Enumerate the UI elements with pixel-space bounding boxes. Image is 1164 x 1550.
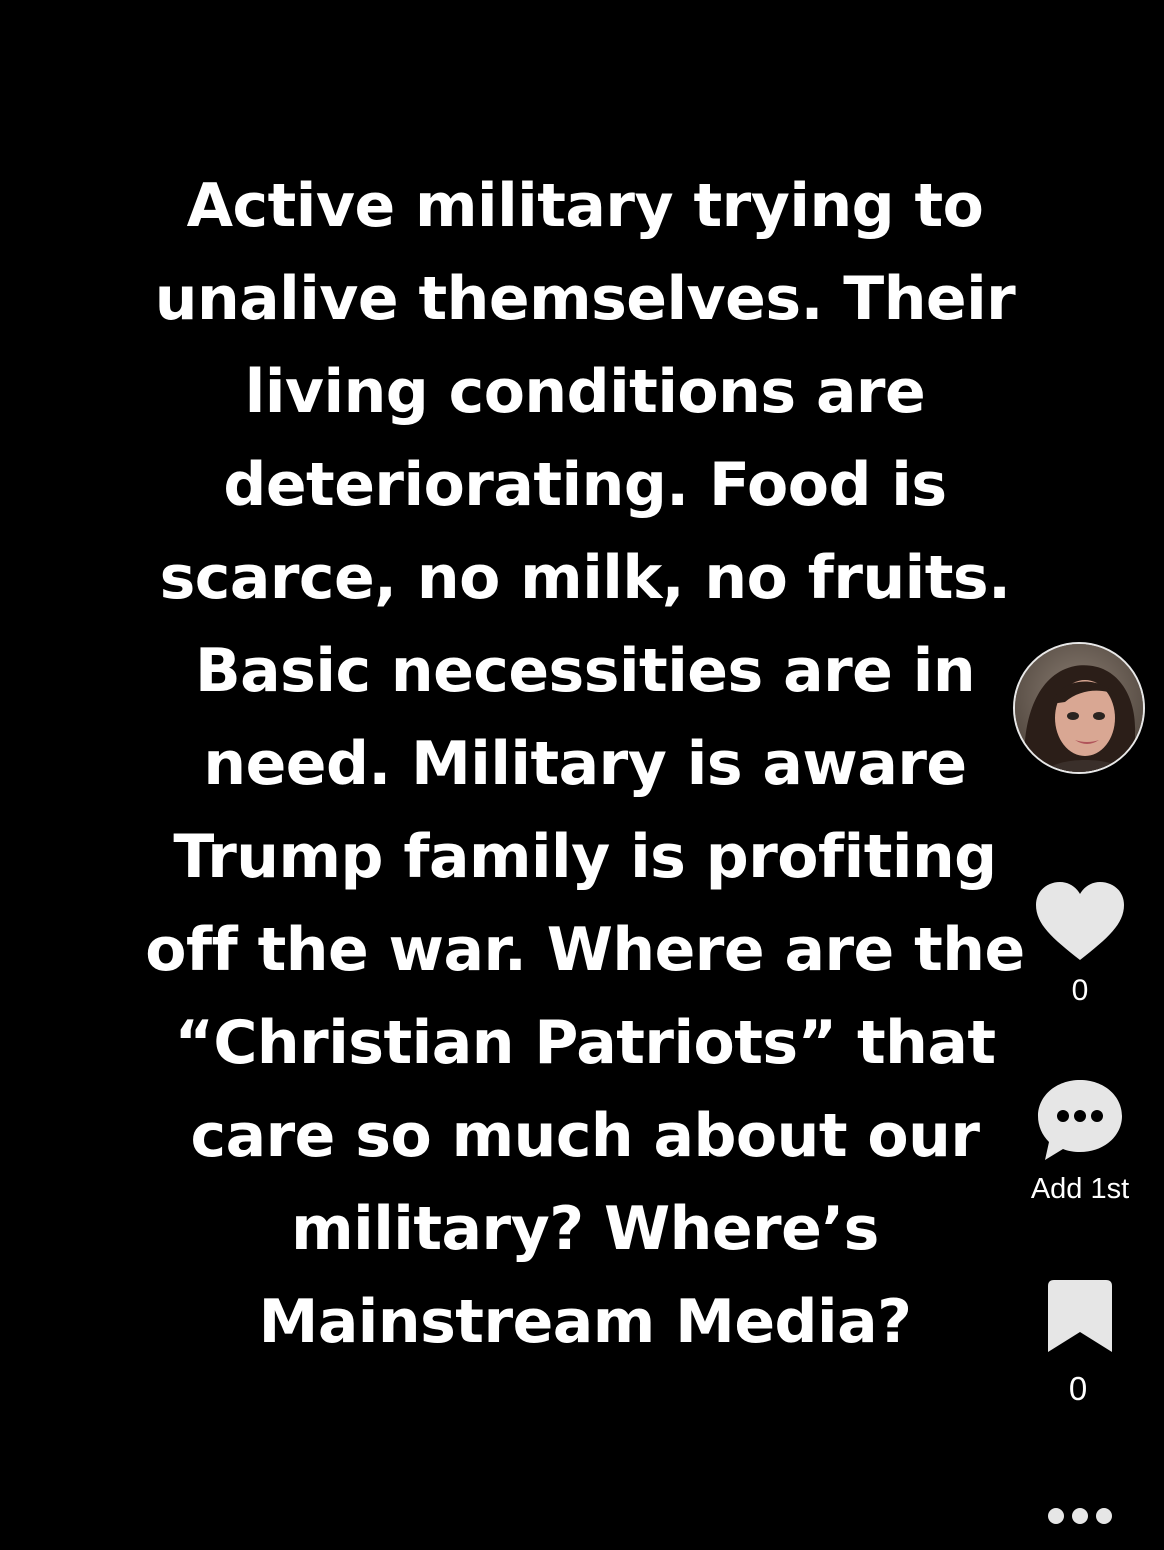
comment-button[interactable]: [1035, 1076, 1125, 1162]
caption-line: need. Military is aware: [203, 729, 967, 799]
more-icon: [1048, 1508, 1112, 1524]
like-count: 0: [1071, 974, 1089, 1007]
like-button[interactable]: [1034, 880, 1126, 964]
save-count: 0: [1068, 1370, 1088, 1407]
caption-line: scarce, no milk, no fruits.: [159, 543, 1011, 613]
comment-bubble-icon: [1038, 1080, 1122, 1160]
avatar-photo: [1015, 644, 1143, 772]
post-screen: Active military trying to unalive themse…: [0, 0, 1164, 1550]
caption-line: Trump family is profiting: [173, 822, 997, 892]
heart-icon: [1036, 882, 1124, 960]
save-button[interactable]: [1046, 1278, 1114, 1356]
caption-line: Mainstream Media?: [258, 1287, 912, 1357]
caption-line: Basic necessities are in: [194, 636, 976, 706]
caption-line: unalive themselves. Their: [154, 264, 1016, 334]
author-avatar[interactable]: [1013, 642, 1145, 774]
comment-label: Add 1st: [1030, 1173, 1130, 1205]
caption-line: deteriorating. Food is: [223, 450, 947, 520]
caption-line: living conditions are: [244, 357, 926, 427]
caption-line: off the war. Where are the: [145, 915, 1025, 985]
more-options-button[interactable]: [1040, 1496, 1120, 1536]
caption-line: military? Where’s: [291, 1194, 879, 1264]
caption-line: Active military trying to: [186, 171, 984, 241]
caption-line: “Christian Patriots” that: [174, 1008, 996, 1078]
caption-line: care so much about our: [190, 1101, 980, 1171]
bookmark-icon: [1048, 1280, 1112, 1352]
post-caption: Active military trying to unalive themse…: [40, 160, 1130, 1369]
